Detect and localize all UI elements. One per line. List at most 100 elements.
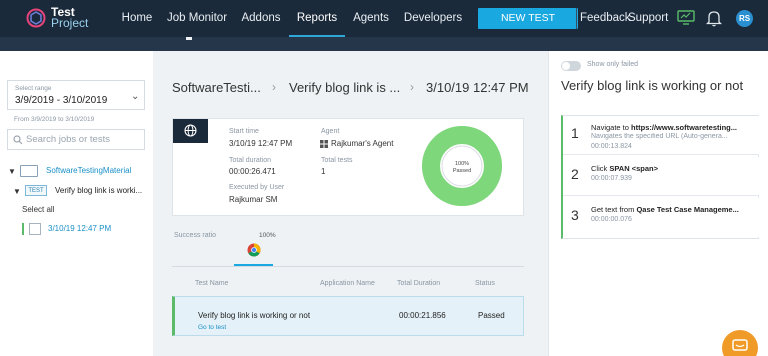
step-number: 1	[571, 125, 579, 141]
run-checkbox[interactable]	[29, 223, 41, 235]
support-link[interactable]: Support	[628, 0, 668, 37]
bell-icon[interactable]	[706, 10, 722, 27]
step-title: Navigate to https://www.softwaretesting.…	[591, 123, 749, 132]
platform-badge	[173, 119, 208, 143]
nav-divider	[576, 8, 577, 29]
executed-by-value: Rajkumar SM	[229, 195, 278, 204]
step-description: Navigates the specified URL (Auto-genera…	[591, 133, 728, 140]
step-action: Click	[591, 164, 610, 173]
range-note: From 3/9/2019 to 3/10/2019	[14, 116, 95, 123]
globe-icon	[184, 124, 197, 137]
header-fragment	[186, 37, 192, 40]
folder-icon	[20, 165, 38, 177]
nav-addons[interactable]: Addons	[237, 0, 285, 37]
show-failed-toggle[interactable]	[561, 61, 581, 71]
chat-icon	[732, 339, 748, 351]
tree-project-label[interactable]: SoftwareTestingMaterial	[46, 166, 131, 175]
breadcrumb-run: 3/10/19 12:47 PM	[426, 80, 529, 95]
chevron-right-icon: ›	[410, 80, 414, 94]
col-application-name[interactable]: Application Name	[320, 280, 375, 287]
step-action: Navigate to	[591, 123, 632, 132]
success-ratio-value: 100%	[259, 232, 276, 239]
total-tests-value: 1	[321, 167, 326, 176]
breadcrumb-project[interactable]: SoftwareTesti...	[172, 80, 261, 95]
step-time: 00:00:13.824	[591, 143, 632, 150]
show-failed-label: Show only failed	[587, 61, 638, 68]
nav-agents[interactable]: Agents	[349, 0, 393, 37]
table-row[interactable]: Verify blog link is working or not Go to…	[172, 296, 524, 336]
chevron-right-icon: ›	[272, 80, 276, 94]
header-band	[0, 37, 768, 51]
chevron-down-icon: ⌄	[131, 91, 140, 102]
date-range-select[interactable]: Select range 3/9/2019 - 3/10/2019 ⌄	[7, 80, 145, 110]
run-label[interactable]: 3/10/19 12:47 PM	[48, 224, 111, 233]
windows-icon	[320, 140, 328, 148]
start-time-value: 3/10/19 12:47 PM	[229, 139, 293, 148]
nav-job-monitor[interactable]: Job Monitor	[165, 0, 229, 37]
step-target: Qase Test Case Manageme...	[636, 205, 739, 214]
agent-label: Agent	[321, 128, 340, 135]
select-all-link[interactable]: Select all	[22, 205, 54, 214]
step-time: 00:00:00.076	[591, 216, 632, 223]
run-status-bar	[22, 223, 24, 235]
pass-donut-chart: 100% Passed	[422, 126, 502, 206]
feedback-link[interactable]: Feedback	[580, 0, 631, 37]
testproject-logo-icon[interactable]	[26, 8, 46, 28]
chrome-icon[interactable]	[247, 243, 261, 257]
nav-reports[interactable]: Reports	[289, 0, 345, 37]
step-item[interactable]: 1 Navigate to https://www.softwaretestin…	[563, 116, 759, 155]
row-status: Passed	[478, 311, 505, 320]
details-panel: Show only failed Verify blog link is wor…	[548, 51, 768, 356]
range-value: 3/9/2019 - 3/10/2019	[15, 95, 108, 106]
divider	[172, 266, 524, 267]
main-panel: SoftwareTesti... › Verify blog link is .…	[153, 51, 548, 356]
donut-percent: 100%	[455, 161, 469, 167]
go-to-test-link[interactable]: Go to test	[198, 324, 226, 331]
top-nav: Test Project Home Job Monitor Addons Rep…	[0, 0, 768, 37]
step-item[interactable]: 2 Click SPAN <span> 00:00:07.939	[563, 157, 759, 196]
col-total-duration[interactable]: Total Duration	[397, 280, 440, 287]
search-input[interactable]: Search jobs or tests	[7, 129, 145, 150]
agent-value: Rajkumar's Agent	[331, 139, 394, 148]
caret-down-icon[interactable]: ▼	[13, 187, 21, 196]
start-time-label: Start time	[229, 128, 259, 135]
new-test-button[interactable]: NEW TEST	[478, 8, 578, 29]
caret-down-icon[interactable]: ▼	[8, 167, 16, 176]
duration-value: 00:00:26.471	[229, 167, 276, 176]
sidebar: Select range 3/9/2019 - 3/10/2019 ⌄ From…	[0, 51, 153, 356]
row-duration: 00:00:21.856	[399, 311, 446, 320]
step-item[interactable]: 3 Get text from Qase Test Case Manageme.…	[563, 198, 759, 237]
step-number: 2	[571, 166, 579, 182]
donut-status: Passed	[453, 168, 471, 174]
step-title: Get text from Qase Test Case Manageme...	[591, 205, 749, 214]
duration-label: Total duration	[229, 157, 272, 164]
avatar[interactable]: RS	[736, 10, 753, 27]
step-list: 1 Navigate to https://www.softwaretestin…	[561, 115, 759, 239]
toggle-knob	[562, 62, 570, 70]
col-status[interactable]: Status	[475, 280, 495, 287]
monitor-icon[interactable]	[677, 10, 695, 25]
nav-developers[interactable]: Developers	[402, 0, 464, 37]
step-target: https://www.softwaretesting...	[631, 123, 738, 132]
step-time: 00:00:07.939	[591, 175, 632, 182]
summary-card: Start time 3/10/19 12:47 PM Total durati…	[172, 118, 524, 216]
search-icon	[13, 135, 23, 145]
breadcrumb-test[interactable]: Verify blog link is ...	[289, 80, 400, 95]
col-test-name[interactable]: Test Name	[195, 280, 228, 287]
tree-test-label[interactable]: Verify blog link is worki...	[55, 186, 142, 195]
step-title: Click SPAN <span>	[591, 164, 749, 173]
executed-by-label: Executed by User	[229, 184, 285, 191]
nav-home[interactable]: Home	[114, 0, 160, 37]
search-placeholder: Search jobs or tests	[26, 134, 110, 145]
logo-text[interactable]: Test Project	[51, 6, 89, 30]
details-title: Verify blog link is working or not	[561, 78, 744, 93]
logo-line2: Project	[51, 16, 89, 30]
row-test-name: Verify blog link is working or not	[198, 311, 311, 320]
test-tag-badge: TEST	[25, 185, 47, 196]
success-ratio-label: Success ratio	[174, 232, 217, 239]
step-action: Get text from	[591, 205, 637, 214]
step-number: 3	[571, 207, 579, 223]
total-tests-label: Total tests	[321, 157, 353, 164]
step-target: SPAN <span>	[609, 164, 658, 173]
range-label: Select range	[15, 85, 52, 92]
